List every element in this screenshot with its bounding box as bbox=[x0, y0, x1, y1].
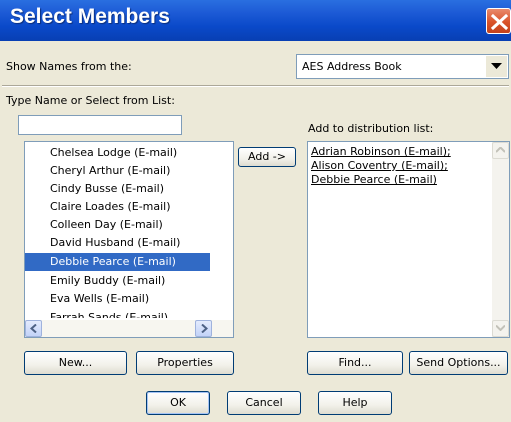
list-item[interactable]: Eva Wells (E-mail) bbox=[25, 290, 210, 308]
send-options-button[interactable]: Send Options... bbox=[409, 351, 508, 375]
list-item[interactable]: David Husband (E-mail) bbox=[25, 234, 210, 252]
find-button[interactable]: Find... bbox=[307, 351, 403, 375]
chevron-down-icon bbox=[491, 63, 502, 69]
distribution-list-box[interactable]: Adrian Robinson (E-mail); Alison Coventr… bbox=[307, 141, 510, 338]
list-item[interactable]: Cindy Busse (E-mail) bbox=[25, 180, 210, 198]
distribution-list-text[interactable]: Adrian Robinson (E-mail); Alison Coventr… bbox=[311, 145, 489, 187]
add-button[interactable]: Add -> bbox=[238, 147, 296, 167]
type-name-label: Type Name or Select from List: bbox=[6, 94, 175, 107]
new-button[interactable]: New... bbox=[24, 351, 127, 375]
chevron-right-icon bbox=[201, 324, 208, 333]
address-book-dropdown[interactable]: AES Address Book bbox=[296, 54, 509, 79]
list-item[interactable]: Colleen Day (E-mail) bbox=[25, 216, 210, 234]
names-horizontal-scrollbar[interactable] bbox=[25, 320, 233, 337]
ok-button[interactable]: OK bbox=[146, 391, 210, 415]
window-title: Select Members bbox=[10, 5, 170, 28]
scroll-right-button[interactable] bbox=[195, 320, 212, 337]
list-item[interactable]: Emily Buddy (E-mail) bbox=[25, 272, 210, 290]
address-book-value: AES Address Book bbox=[302, 60, 402, 73]
list-item-selected[interactable]: Debbie Pearce (E-mail) bbox=[25, 253, 210, 271]
title-bar[interactable]: Select Members bbox=[0, 0, 511, 41]
list-item[interactable]: Chelsea Lodge (E-mail) bbox=[25, 144, 210, 162]
scroll-down-button[interactable] bbox=[492, 320, 509, 337]
close-button[interactable] bbox=[486, 8, 511, 34]
close-x-icon bbox=[490, 13, 509, 31]
names-listbox[interactable]: Chelsea Lodge (E-mail) Cheryl Arthur (E-… bbox=[24, 141, 234, 338]
help-button[interactable]: Help bbox=[318, 391, 392, 415]
distribution-vertical-scrollbar[interactable] bbox=[492, 142, 509, 337]
distribution-list-label: Add to distribution list: bbox=[308, 122, 434, 135]
type-name-input[interactable] bbox=[18, 115, 182, 135]
chevron-up-icon bbox=[496, 147, 505, 153]
scroll-up-button[interactable] bbox=[492, 142, 509, 159]
show-names-label: Show Names from the: bbox=[6, 60, 132, 73]
chevron-down-icon bbox=[496, 325, 505, 331]
list-item[interactable]: Cheryl Arthur (E-mail) bbox=[25, 162, 210, 180]
cancel-button[interactable]: Cancel bbox=[227, 391, 301, 415]
dropdown-arrow-button[interactable] bbox=[486, 56, 507, 77]
list-item[interactable]: Farrah Sands (E-mail) bbox=[25, 308, 210, 318]
chevron-left-icon bbox=[30, 324, 37, 333]
properties-button[interactable]: Properties bbox=[136, 351, 234, 375]
scroll-left-button[interactable] bbox=[25, 320, 42, 337]
list-item[interactable]: Claire Loades (E-mail) bbox=[25, 198, 210, 216]
separator bbox=[2, 85, 509, 87]
